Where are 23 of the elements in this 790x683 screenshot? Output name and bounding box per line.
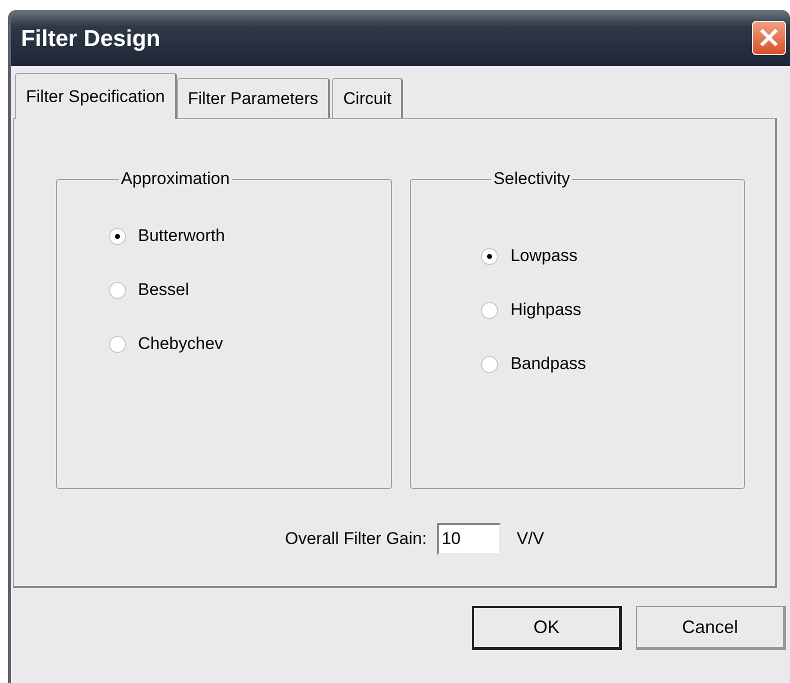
group-title: Approximation — [120, 169, 231, 189]
radio-option[interactable]: Highpass — [481, 283, 744, 337]
unit-label: V/V — [516, 529, 544, 549]
radio-icon[interactable] — [109, 228, 126, 244]
dialog-button[interactable]: OK — [472, 606, 622, 650]
radio-icon[interactable] — [481, 248, 498, 264]
window-title: Filter Design — [21, 24, 160, 52]
radio-icon[interactable] — [109, 282, 126, 298]
tab[interactable]: Filter Specification — [15, 73, 177, 119]
radio-icon[interactable] — [481, 302, 498, 318]
radio-option[interactable]: Bessel — [109, 263, 392, 317]
radio-option[interactable]: Butterworth — [109, 209, 392, 263]
gain-input[interactable]: 10 — [436, 523, 501, 555]
radio-icon[interactable] — [481, 356, 498, 372]
radio-option[interactable]: Bandpass — [481, 337, 744, 391]
tab[interactable]: Circuit — [332, 78, 404, 118]
radio-icon[interactable] — [109, 336, 126, 352]
dialog-button[interactable]: Cancel — [636, 606, 786, 650]
radio-option[interactable]: Lowpass — [481, 229, 744, 283]
group-title: Selectivity — [492, 169, 571, 189]
gain-label: Overall Filter Gain: — [285, 529, 427, 549]
tab[interactable]: Filter Parameters — [176, 78, 330, 118]
radio-option[interactable]: Chebychev — [109, 317, 392, 371]
